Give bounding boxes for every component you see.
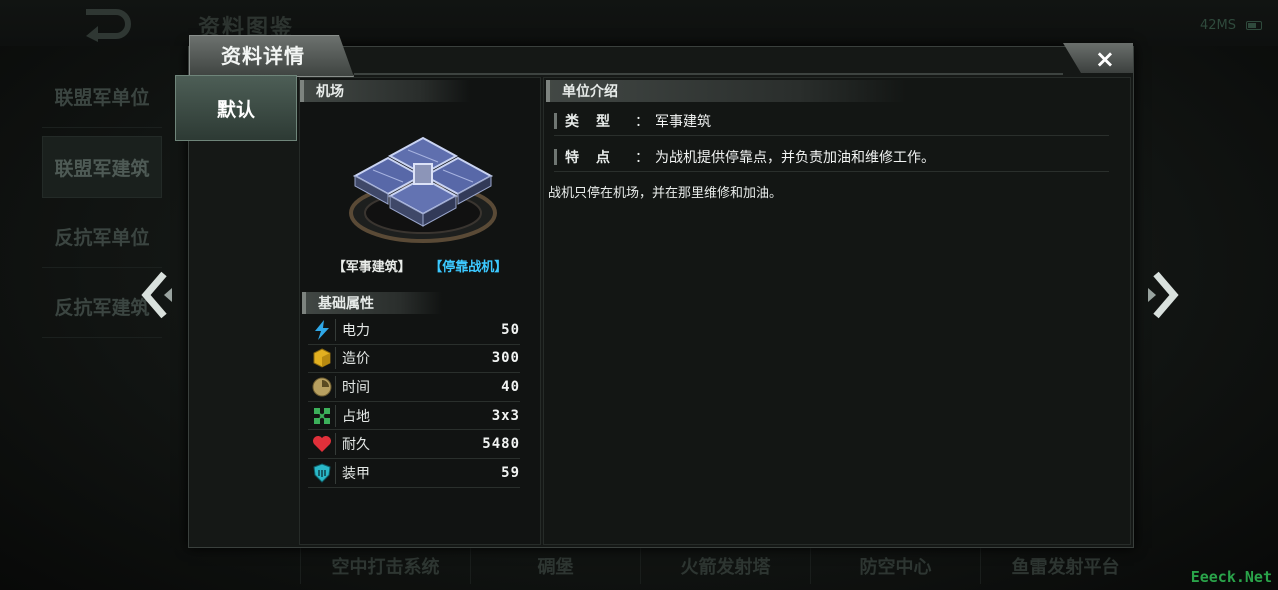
dialog-title: 资料详情 — [221, 44, 305, 68]
screen: 资料图鉴 42MS 联盟军单位 联盟军建筑 反抗军单位 反抗军建筑 空中打击系统… — [0, 0, 1278, 590]
unit-panel: 机场 【军事建筑】 【停靠战机】 基础属性 电力 50 造价 300 时间 40… — [299, 77, 541, 545]
watermark: Eeeck.Net — [1190, 568, 1272, 586]
stat-label: 占地 — [342, 408, 370, 425]
list-item[interactable]: 防空中心 — [810, 548, 980, 584]
stat-label: 时间 — [342, 379, 370, 396]
type-tag: 【军事建筑】 — [332, 260, 411, 275]
info-value: 军事建筑 — [655, 113, 711, 130]
unit-name: 机场 — [300, 80, 470, 102]
ping-text: 42MS — [1199, 18, 1236, 33]
info-type: 类型 ： 军事建筑 — [554, 106, 1109, 136]
bottom-list: 空中打击系统 碉堡 火箭发射塔 防空中心 鱼雷发射平台 — [300, 548, 1150, 584]
next-button[interactable] — [1142, 270, 1182, 320]
cube-icon — [308, 347, 336, 370]
back-button[interactable] — [80, 6, 132, 42]
stat-label: 电力 — [342, 322, 370, 339]
stats-header: 基础属性 — [302, 292, 442, 314]
stat-row-power: 电力 50 — [308, 316, 520, 345]
stat-row-time: 时间 40 — [308, 373, 520, 402]
stat-label: 装甲 — [342, 465, 370, 482]
stat-label: 耐久 — [342, 437, 370, 454]
info-key: 类型 — [565, 113, 627, 130]
info-value: 为战机提供停靠点，并负责加油和维修工作。 — [655, 149, 935, 166]
battery-icon — [1246, 21, 1262, 30]
stat-row-footprint: 占地 3x3 — [308, 402, 520, 431]
footprint-icon — [308, 404, 336, 427]
stat-value: 59 — [501, 464, 520, 481]
stat-value: 5480 — [482, 436, 520, 453]
heart-icon — [308, 433, 336, 456]
stat-row-durability: 耐久 5480 — [308, 430, 520, 459]
divider — [354, 73, 1063, 75]
lightning-icon — [308, 318, 336, 341]
stat-value: 3x3 — [491, 407, 520, 424]
intro-header: 单位介绍 — [546, 80, 906, 102]
tab-default-skin[interactable]: 默认 — [175, 75, 297, 141]
intro-panel: 单位介绍 类型 ： 军事建筑 特点 ： 为战机提供停靠点，并负责加油和维修工作。… — [543, 77, 1131, 545]
list-item[interactable]: 火箭发射塔 — [640, 548, 810, 584]
stat-label: 造价 — [342, 351, 370, 368]
stat-row-armor: 装甲 59 — [308, 459, 520, 488]
role-tag: 【停靠战机】 — [429, 260, 508, 275]
unit-description: 战机只停在机场，并在那里维修和加油。 — [548, 186, 783, 201]
tab-alliance-buildings[interactable]: 联盟军建筑 — [42, 136, 162, 198]
chevron-right-icon — [1148, 271, 1179, 319]
list-item[interactable]: 空中打击系统 — [300, 548, 470, 584]
clock-icon — [308, 375, 336, 398]
info-feature: 特点 ： 为战机提供停靠点，并负责加油和维修工作。 — [554, 142, 1109, 172]
close-icon[interactable]: × — [1095, 45, 1115, 73]
stat-row-cost: 造价 300 — [308, 345, 520, 374]
stat-value: 50 — [501, 321, 520, 338]
tab-rebel-units[interactable]: 反抗军单位 — [42, 206, 162, 268]
tab-alliance-units[interactable]: 联盟军单位 — [42, 66, 162, 128]
status-area: 42MS — [1200, 18, 1262, 33]
back-icon — [86, 9, 131, 42]
armor-icon — [308, 461, 336, 484]
unit-tags: 【军事建筑】 【停靠战机】 — [300, 256, 540, 275]
info-key: 特点 — [565, 149, 627, 166]
stat-value: 300 — [491, 350, 520, 367]
stats-table: 电力 50 造价 300 时间 40 占地 3x3 耐久 5480 装甲 59 — [308, 316, 520, 488]
detail-dialog: 资料详情 × 默认 机场 【军事建筑】 【停靠战机】 基础属性 电力 50 造价… — [175, 35, 1134, 548]
airfield-image — [349, 136, 497, 243]
chevron-left-icon — [141, 271, 172, 319]
stat-value: 40 — [501, 378, 520, 395]
list-item[interactable]: 碉堡 — [470, 548, 640, 584]
list-item[interactable]: 鱼雷发射平台 — [980, 548, 1150, 584]
previous-button[interactable] — [138, 270, 178, 320]
